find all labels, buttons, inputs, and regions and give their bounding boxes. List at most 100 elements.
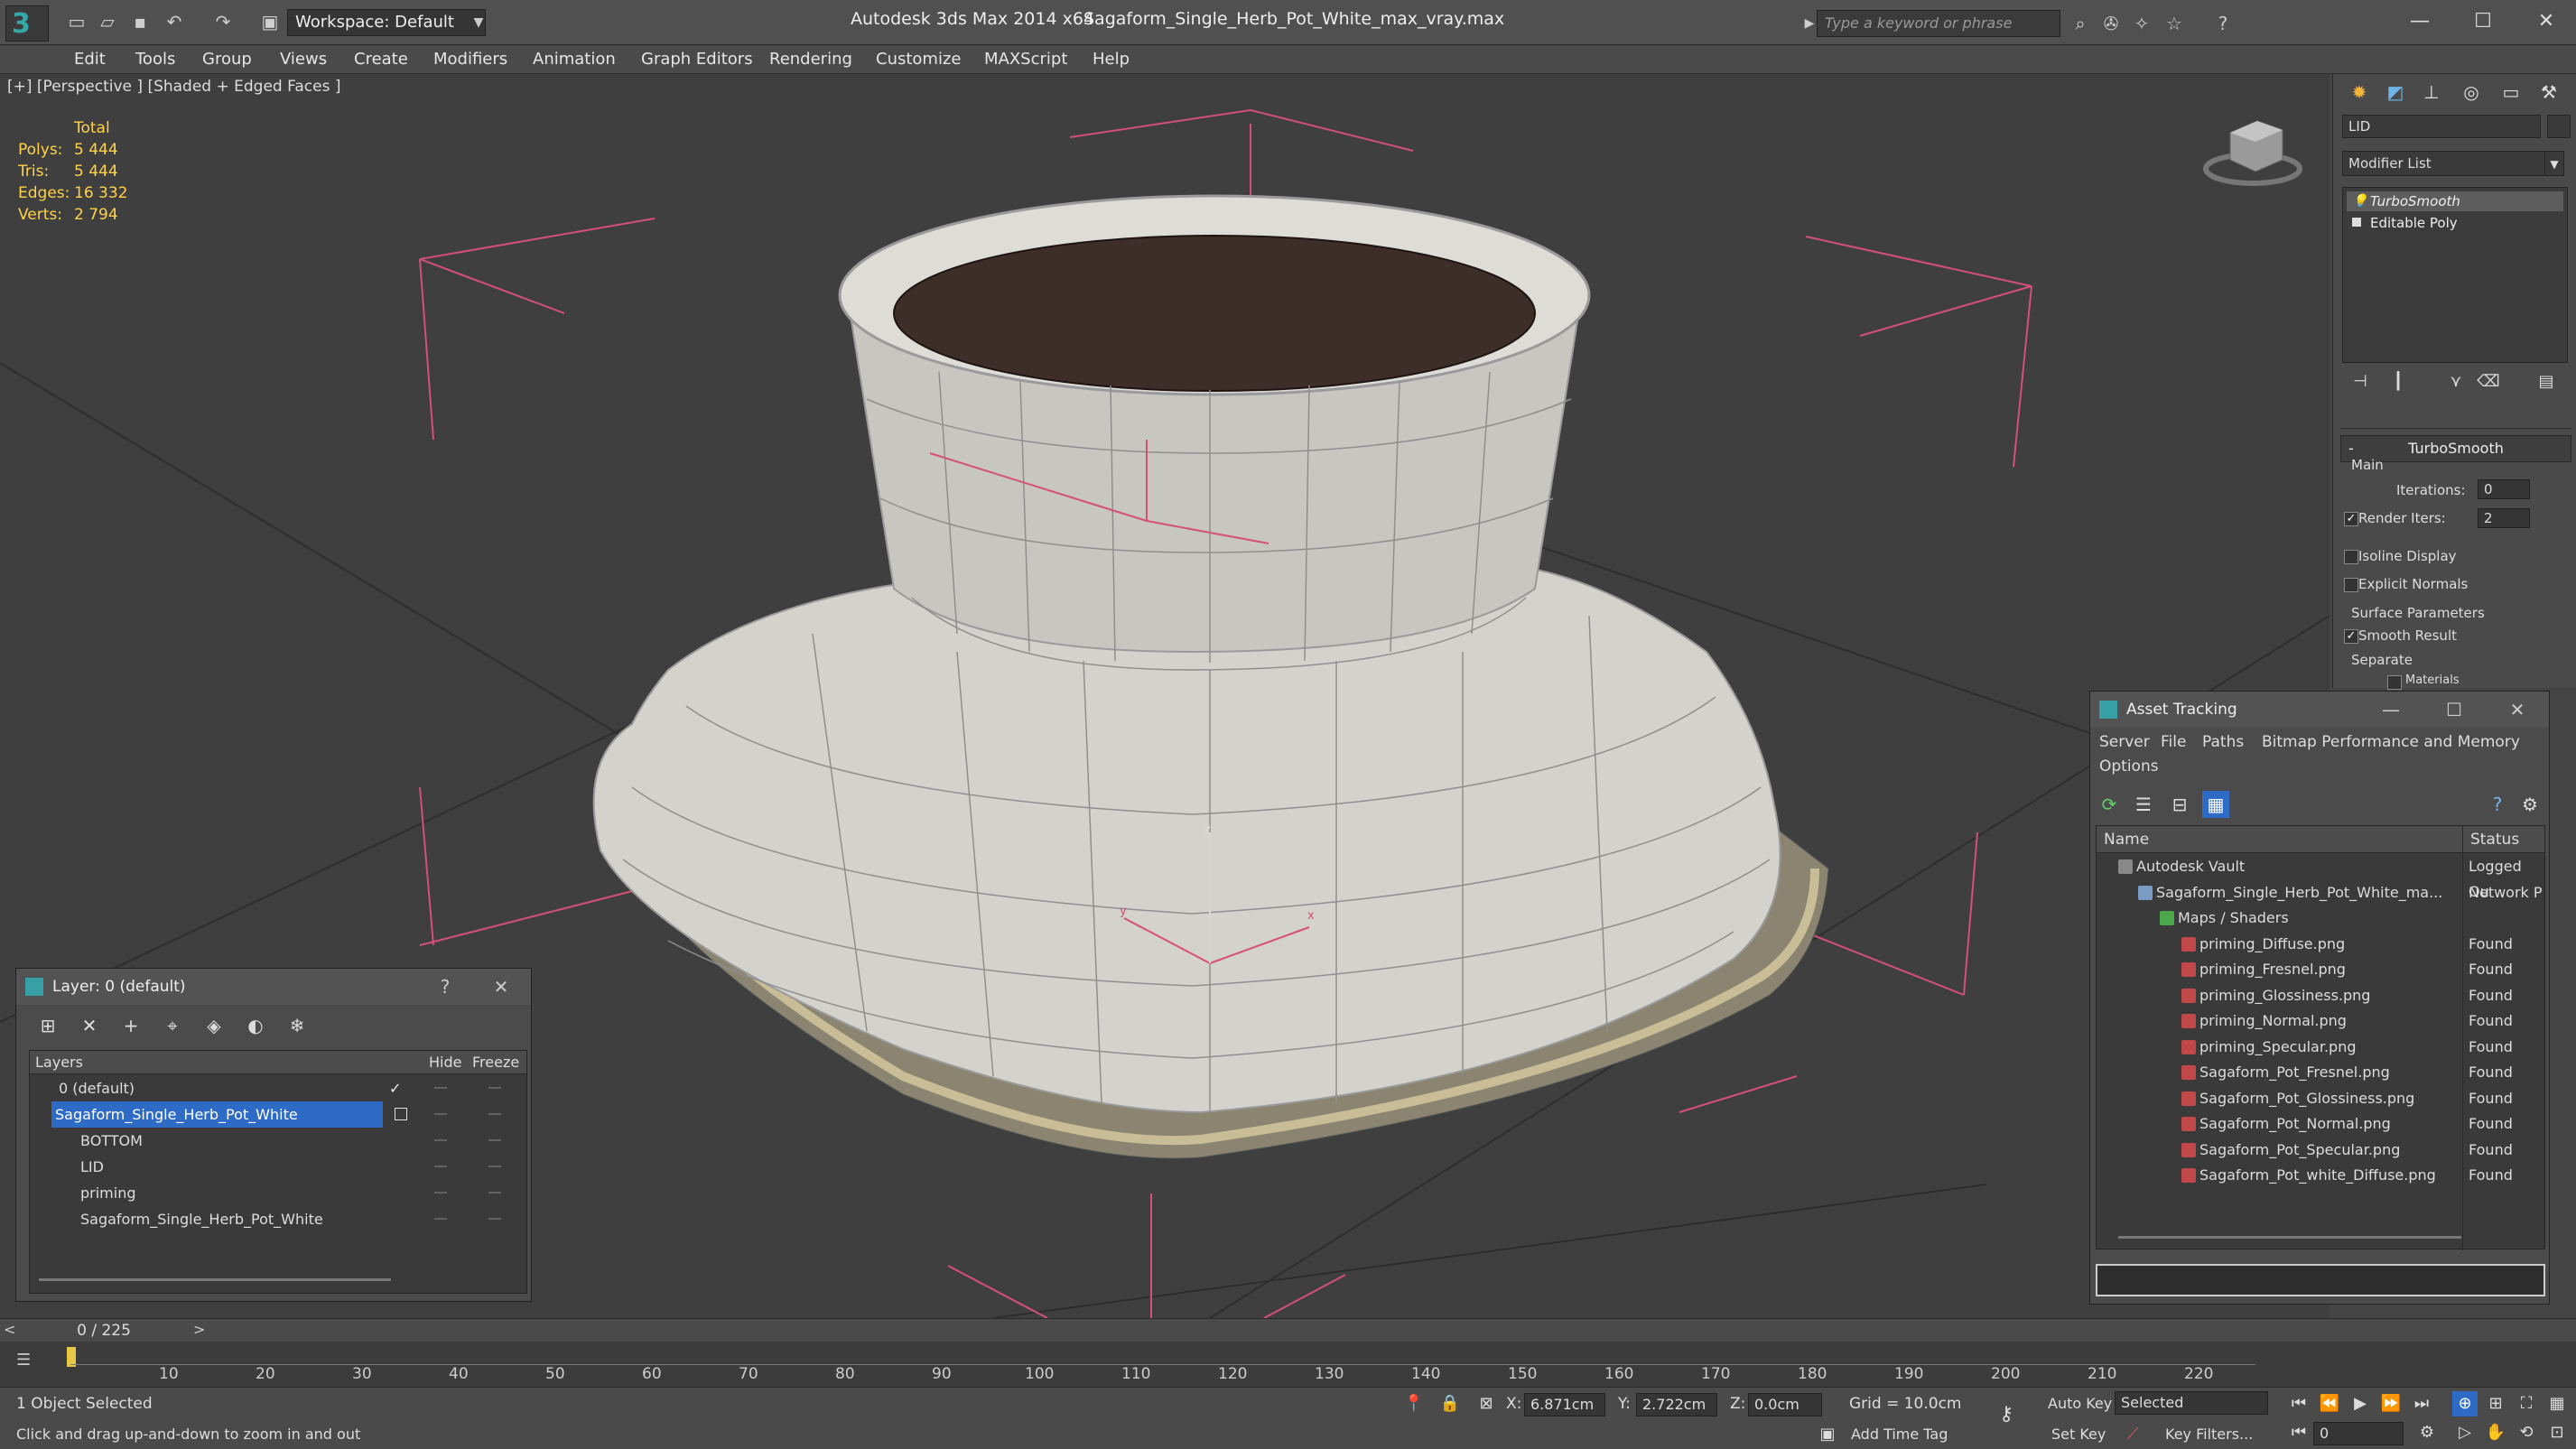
asset-panel-title-bar[interactable]: Asset Tracking — ☐ ✕ [2090,692,2549,728]
minimize-button[interactable]: — [2397,5,2442,38]
active-layer-check-icon[interactable]: ✓ [389,1075,401,1101]
utilities-tab-icon[interactable]: ⚒ [2534,79,2564,105]
freeze-toggle[interactable]: ― [488,1128,501,1154]
minimize-button[interactable]: — [2377,692,2404,728]
asset-row[interactable]: priming_Fresnel.png Found [2097,957,2544,983]
current-frame-field[interactable]: 0 [2313,1422,2404,1445]
object-color-swatch[interactable] [2547,115,2571,138]
configure-sets-icon[interactable]: ▤ [2534,369,2559,395]
smooth-result-checkbox[interactable]: ✓ [2344,629,2358,644]
freeze-all-layers-icon[interactable]: ❄ [284,1012,311,1039]
maximize-button[interactable]: ☐ [2441,692,2468,728]
table-view-icon[interactable]: ▦ [2202,791,2229,818]
asset-row[interactable]: Sagaform_Pot_Specular.png Found [2097,1138,2544,1164]
help-icon[interactable]: ? [2484,791,2511,818]
selection-lock-icon[interactable]: 🔒 [1437,1391,1463,1416]
go-to-start-icon[interactable]: ⏮ [2286,1391,2311,1416]
x-coord-field[interactable]: 6.871cm [1524,1393,1605,1416]
undo-icon[interactable]: ↶ [161,9,188,34]
object-name-field[interactable]: LID [2342,115,2541,138]
hierarchy-tab-icon[interactable]: ⊥ [2416,79,2447,105]
hide-toggle[interactable]: ― [434,1154,447,1180]
pin-stack-icon[interactable]: ⊣ [2348,369,2373,395]
maximize-button[interactable]: ☐ [2460,5,2506,38]
create-tab-icon[interactable]: ✹ [2344,79,2375,105]
delete-layer-icon[interactable]: ✕ [76,1012,103,1039]
freeze-toggle[interactable]: ― [488,1206,501,1232]
time-configuration-icon[interactable]: ⚙ [2414,1420,2440,1445]
add-to-layer-icon[interactable]: + [117,1012,144,1039]
column-status[interactable]: Status [2470,826,2519,853]
viewcube-icon[interactable] [2203,120,2302,186]
menu-create[interactable]: Create [354,50,408,69]
layer-row[interactable]: Sagaform_Single_Herb_Pot_White ― ― [30,1206,526,1232]
isoline-display-checkbox[interactable] [2344,550,2358,564]
chevron-down-icon[interactable]: ▼ [2544,151,2564,176]
zoom-extents-all-icon[interactable]: ▦ [2544,1391,2570,1416]
menu-edit[interactable]: Edit [74,50,106,69]
settings-icon[interactable]: ⚙ [2516,791,2543,818]
field-of-view-icon[interactable]: ▷ [2452,1420,2478,1445]
asset-path-input[interactable] [2096,1264,2545,1296]
menu-views[interactable]: Views [280,50,327,69]
zoom-all-icon[interactable]: ⊞ [2483,1391,2508,1416]
close-button[interactable]: ✕ [488,969,515,1005]
hide-toggle[interactable]: ― [434,1075,447,1101]
asset-row[interactable]: priming_Diffuse.png Found [2097,932,2544,958]
select-objects-icon[interactable]: ⌖ [159,1012,186,1039]
next-frame-icon[interactable]: ⏩ [2378,1391,2404,1416]
asset-row[interactable]: priming_Glossiness.png Found [2097,983,2544,1009]
menu-paths[interactable]: Paths [2202,733,2244,751]
communication-icon[interactable]: ✧ [2129,11,2154,36]
hide-toggle[interactable]: ― [434,1101,447,1128]
column-hide[interactable]: Hide [429,1051,461,1074]
menu-group[interactable]: Group [202,50,252,69]
menu-modifiers[interactable]: Modifiers [433,50,507,69]
workspace-dropdown[interactable]: Workspace: Default [287,9,486,36]
time-tag-icon[interactable]: ▣ [1815,1422,1840,1447]
menu-graph-editors[interactable]: Graph Editors [641,50,753,69]
project-folder-icon[interactable]: ▣ [256,9,284,34]
new-file-icon[interactable]: ▭ [63,9,90,34]
menu-animation[interactable]: Animation [533,50,616,69]
layer-panel-title-bar[interactable]: Layer: 0 (default) ? ✕ [16,969,531,1005]
hide-toggle[interactable]: ― [434,1180,447,1206]
asset-row[interactable]: Sagaform_Single_Herb_Pot_White_ma... Net… [2097,880,2544,906]
stack-item-turbosmooth[interactable]: 💡 TurboSmooth [2347,191,2563,211]
asset-row[interactable]: Autodesk Vault Logged Ou [2097,854,2544,900]
key-filters-button[interactable]: Key Filters... [2165,1426,2253,1443]
orbit-icon[interactable]: ⟲ [2514,1420,2539,1445]
freeze-toggle[interactable]: ― [488,1180,501,1206]
set-key-filter-icon[interactable]: ⟋ [2120,1422,2145,1447]
asset-row[interactable]: Sagaform_Pot_Glossiness.png Found [2097,1086,2544,1112]
column-freeze[interactable]: Freeze [472,1051,519,1074]
make-unique-icon[interactable]: ⋎ [2443,369,2469,395]
save-file-icon[interactable]: ▪ [126,9,153,34]
favorites-star-icon[interactable]: ☆ [2162,11,2187,36]
layer-row[interactable]: LID ― ― [30,1154,526,1180]
binoculars-icon[interactable]: ⌕ [2068,11,2093,36]
open-file-icon[interactable]: ▱ [94,9,121,34]
close-button[interactable]: ✕ [2524,5,2569,38]
search-input[interactable]: Type a keyword or phrase [1817,10,2060,37]
maximize-viewport-icon[interactable]: ⊡ [2544,1420,2570,1445]
auto-key-button[interactable]: Auto Key [2048,1395,2112,1412]
set-key-button[interactable]: Set Key [2051,1426,2106,1443]
freeze-toggle[interactable]: ― [488,1154,501,1180]
column-layers[interactable]: Layers [35,1051,83,1074]
play-icon[interactable]: ▶ [2348,1391,2373,1416]
modifier-list-dropdown[interactable]: Modifier List [2342,151,2561,176]
modify-tab-icon[interactable]: ◩ [2380,79,2411,105]
stack-item-editable-poly[interactable]: Editable Poly [2347,213,2563,233]
go-to-end-icon[interactable]: ⏭ [2409,1391,2434,1416]
freeze-toggle[interactable]: ― [488,1101,501,1128]
close-button[interactable]: ✕ [2504,692,2531,728]
mini-curve-editor-icon[interactable]: ☰ [16,1351,42,1376]
previous-frame-icon[interactable]: ⏪ [2317,1391,2342,1416]
asset-row[interactable]: Maps / Shaders [2097,906,2544,932]
tree-view-icon[interactable]: ⊟ [2166,791,2193,818]
menu-rendering[interactable]: Rendering [769,50,852,69]
key-mode-dropdown[interactable]: Selected [2115,1391,2268,1415]
redo-icon[interactable]: ↷ [209,9,237,34]
menu-bitmap-performance[interactable]: Bitmap Performance and Memory [2262,733,2520,751]
